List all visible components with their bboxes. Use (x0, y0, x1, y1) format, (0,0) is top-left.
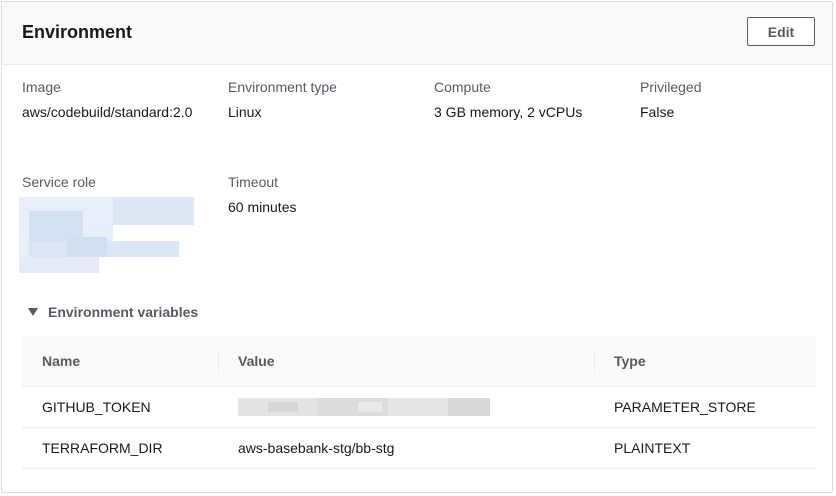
panel-title: Environment (22, 22, 133, 42)
compute-value: 3 GB memory, 2 vCPUs (434, 104, 583, 120)
privileged-label: Privileged (640, 79, 702, 95)
timeout-value: 60 minutes (228, 199, 297, 215)
env-var-name: TERRAFORM_DIR (42, 440, 163, 456)
env-var-name: GITHUB_TOKEN (42, 399, 151, 415)
table-header: Name Value Type (22, 336, 816, 387)
column-divider (218, 350, 219, 372)
service-role-redacted (19, 197, 194, 273)
env-var-type: PARAMETER_STORE (614, 399, 756, 415)
environment-panel: Environment Edit Image aws/codebuild/sta… (1, 1, 833, 493)
column-header-value: Value (238, 353, 275, 369)
privileged-value: False (640, 104, 675, 120)
service-role-label: Service role (22, 174, 96, 190)
caret-down-icon (28, 308, 38, 316)
environment-variables-table: Name Value Type GITHUB_TOKEN PARAMETER_S… (22, 336, 816, 469)
env-var-type: PLAINTEXT (614, 440, 691, 456)
environment-type-label: Environment type (228, 79, 337, 95)
env-var-value: aws-basebank-stg/bb-stg (238, 440, 395, 456)
column-header-name: Name (42, 353, 81, 369)
env-var-value-redacted (238, 398, 490, 416)
column-header-type: Type (614, 353, 646, 369)
column-divider (594, 350, 595, 372)
table-row: GITHUB_TOKEN PARAMETER_STORE (22, 387, 816, 428)
environment-type-value: Linux (228, 104, 262, 120)
image-value: aws/codebuild/standard:2.0 (22, 104, 193, 120)
environment-variables-toggle[interactable]: Environment variables (28, 304, 198, 320)
panel-header: Environment Edit (2, 2, 832, 65)
edit-button[interactable]: Edit (747, 17, 815, 46)
image-label: Image (22, 79, 61, 95)
compute-label: Compute (434, 79, 491, 95)
timeout-label: Timeout (228, 174, 279, 190)
table-row: TERRAFORM_DIR aws-basebank-stg/bb-stg PL… (22, 428, 816, 469)
environment-variables-label: Environment variables (48, 304, 199, 320)
